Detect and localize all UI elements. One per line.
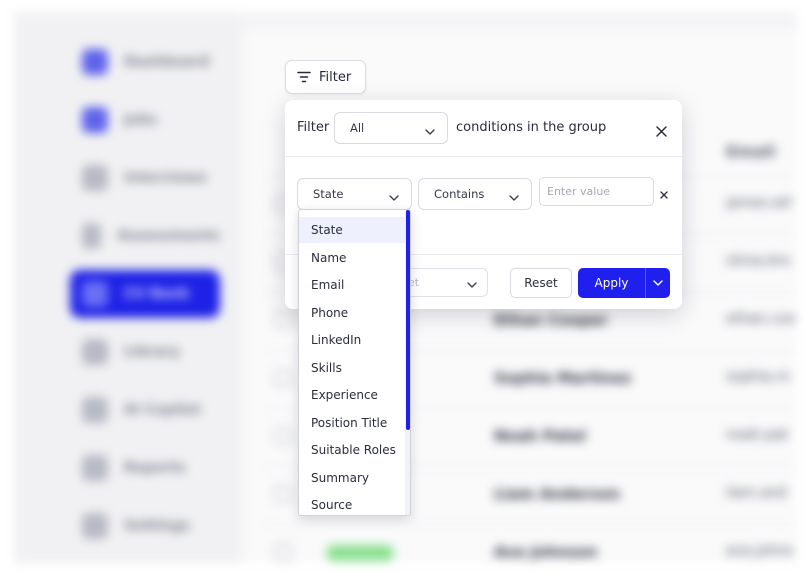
dropdown-option-name[interactable]: Name bbox=[299, 245, 407, 271]
field-dropdown-list: State Name Email Phone LinkedIn Skills E… bbox=[298, 209, 411, 516]
sidebar-item-jobs[interactable]: Jobs bbox=[70, 96, 220, 144]
sidebar: Dashboard Jobs Interviews Assessments CV… bbox=[14, 12, 239, 563]
apply-button-label: Apply bbox=[594, 276, 629, 290]
sidebar-item-cv-bank[interactable]: CV Bank bbox=[70, 270, 220, 318]
sidebar-item-library[interactable]: Library bbox=[70, 328, 220, 376]
dropdown-option-experience[interactable]: Experience bbox=[299, 382, 407, 408]
sidebar-item-ai-copilot[interactable]: AI Copilot bbox=[70, 386, 220, 434]
table-row[interactable]: Ava Johnson ava.johns bbox=[264, 524, 797, 563]
dropdown-scrollbar[interactable] bbox=[405, 210, 410, 515]
remove-condition-icon[interactable] bbox=[660, 184, 668, 203]
status-badge bbox=[326, 545, 394, 561]
dropdown-option-state[interactable]: State bbox=[299, 217, 407, 243]
scrollbar-thumb[interactable] bbox=[406, 210, 410, 430]
apply-button[interactable]: Apply bbox=[578, 268, 670, 298]
dropdown-option-suitable-roles[interactable]: Suitable Roles bbox=[299, 437, 407, 463]
filter-button-label: Filter bbox=[319, 69, 352, 85]
chevron-down-icon bbox=[389, 190, 399, 204]
sidebar-item-assessments[interactable]: Assessments bbox=[70, 212, 220, 260]
field-select[interactable]: State bbox=[297, 178, 412, 210]
chevron-down-icon bbox=[425, 124, 435, 138]
column-header-email: Email bbox=[726, 142, 776, 161]
briefcase-icon bbox=[82, 107, 108, 133]
filter-lines-icon bbox=[297, 68, 311, 87]
sparkle-icon bbox=[82, 397, 108, 423]
filter-panel-header: Filter All conditions in the group bbox=[285, 100, 682, 157]
row-checkbox[interactable] bbox=[274, 369, 292, 387]
row-checkbox[interactable] bbox=[274, 311, 292, 329]
value-input[interactable]: Enter value bbox=[539, 177, 654, 206]
row-checkbox[interactable] bbox=[274, 543, 292, 561]
dashboard-icon bbox=[82, 49, 108, 75]
chevron-down-icon[interactable] bbox=[646, 280, 670, 286]
book-icon bbox=[82, 339, 108, 365]
dropdown-option-phone[interactable]: Phone bbox=[299, 300, 407, 326]
filter-button[interactable]: Filter bbox=[285, 60, 366, 94]
reset-button[interactable]: Reset bbox=[510, 268, 572, 298]
row-checkbox[interactable] bbox=[274, 427, 292, 445]
screen: Dashboard Jobs Interviews Assessments CV… bbox=[0, 0, 811, 573]
calendar-icon bbox=[82, 165, 108, 191]
chart-icon bbox=[82, 455, 108, 481]
operator-select[interactable]: Contains bbox=[418, 178, 532, 210]
dropdown-option-summary[interactable]: Summary bbox=[299, 465, 407, 491]
dropdown-option-linkedin[interactable]: LinkedIn bbox=[299, 327, 407, 353]
chevron-down-icon bbox=[467, 278, 477, 291]
dropdown-option-source[interactable]: Source bbox=[299, 492, 407, 515]
document-icon bbox=[82, 281, 108, 307]
dropdown-option-skills[interactable]: Skills bbox=[299, 355, 407, 381]
filter-suffix-label: conditions in the group bbox=[456, 120, 607, 135]
sidebar-item-settings[interactable]: Settings bbox=[70, 502, 220, 550]
gear-icon bbox=[82, 513, 108, 539]
sidebar-item-interviews[interactable]: Interviews bbox=[70, 154, 220, 202]
close-icon[interactable] bbox=[656, 122, 667, 141]
sidebar-item-dashboard[interactable]: Dashboard bbox=[70, 38, 220, 86]
chevron-down-icon bbox=[509, 190, 519, 204]
clipboard-icon bbox=[82, 223, 102, 249]
dropdown-option-position-title[interactable]: Position Title bbox=[299, 410, 407, 436]
row-checkbox[interactable] bbox=[274, 485, 292, 503]
dropdown-option-email[interactable]: Email bbox=[299, 272, 407, 298]
sidebar-item-reports[interactable]: Reports bbox=[70, 444, 220, 492]
filter-prefix-label: Filter bbox=[297, 120, 330, 135]
match-mode-select[interactable]: All bbox=[334, 112, 448, 144]
